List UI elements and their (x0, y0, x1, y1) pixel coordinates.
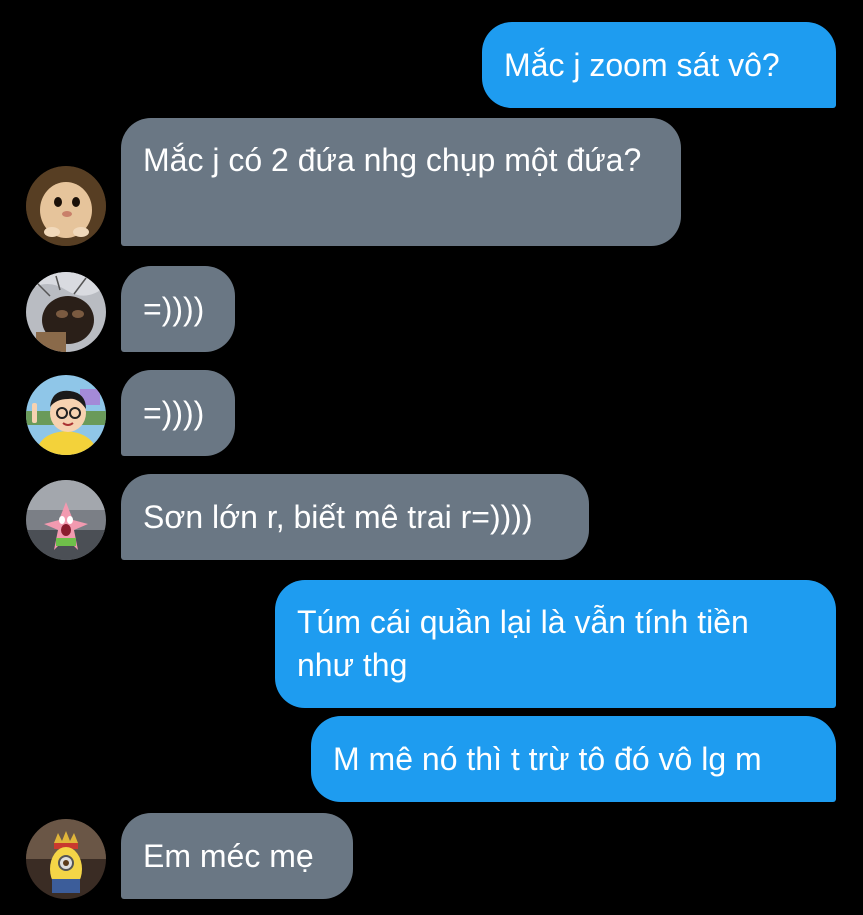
message-text: =)))) (143, 395, 205, 431)
message-outgoing[interactable]: M mê nó thì t trừ tô đó vô lg m (311, 716, 836, 802)
cartoon-boy-avatar[interactable] (26, 375, 106, 455)
minion-king-avatar[interactable] (26, 819, 106, 899)
patrick-star-avatar[interactable] (26, 480, 106, 560)
masked-face-avatar[interactable] (26, 272, 106, 352)
message-text: Sơn lớn r, biết mê trai r=)))) (143, 499, 533, 535)
message-text: Mắc j có 2 đứa nhg chụp một đứa? (143, 142, 642, 178)
message-outgoing[interactable]: Túm cái quần lại là vẫn tính tiền như th… (275, 580, 836, 708)
message-incoming[interactable]: Em méc mẹ (121, 813, 353, 899)
message-text: M mê nó thì t trừ tô đó vô lg m (333, 741, 762, 777)
message-text: Túm cái quần lại là vẫn tính tiền như th… (297, 604, 749, 683)
message-incoming[interactable]: Sơn lớn r, biết mê trai r=)))) (121, 474, 589, 560)
message-text: Em méc mẹ (143, 838, 314, 874)
message-incoming[interactable]: Mắc j có 2 đứa nhg chụp một đứa? (121, 118, 681, 246)
message-outgoing[interactable]: Mắc j zoom sát vô? (482, 22, 836, 108)
message-incoming[interactable]: =)))) (121, 370, 235, 456)
message-text: =)))) (143, 291, 205, 327)
hamster-avatar[interactable] (26, 166, 106, 246)
message-incoming[interactable]: =)))) (121, 266, 235, 352)
message-text: Mắc j zoom sát vô? (504, 47, 780, 83)
